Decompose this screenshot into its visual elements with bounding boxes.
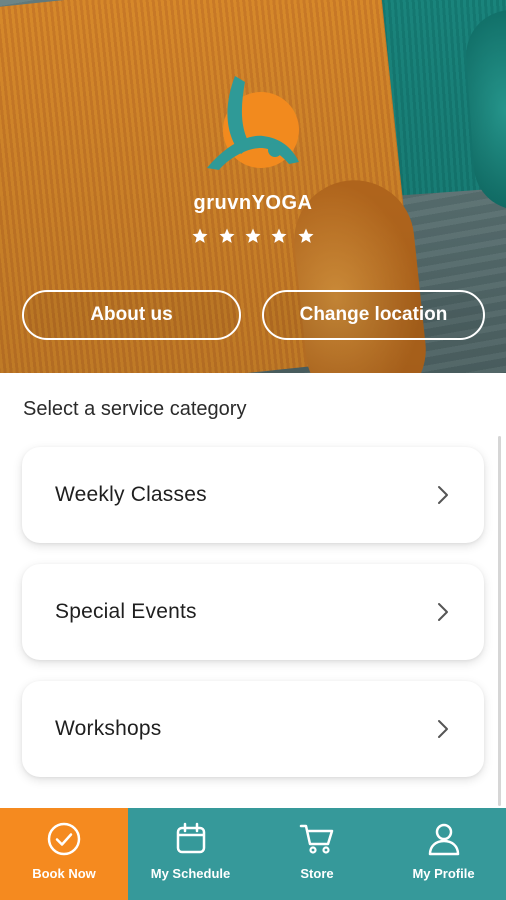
rating-stars	[0, 227, 506, 250]
brand-logo	[207, 76, 299, 170]
about-us-label: About us	[90, 304, 173, 325]
nav-book-now[interactable]: Book Now	[0, 808, 128, 900]
nav-label: My Profile	[412, 866, 475, 881]
about-us-button[interactable]: About us	[22, 290, 241, 340]
category-label: Weekly Classes	[55, 483, 207, 506]
star-icon	[219, 228, 235, 243]
nav-label: My Schedule	[150, 866, 231, 881]
nav-label: Store	[300, 866, 334, 881]
brand-name: gruvnYOGA	[193, 192, 313, 214]
hero-banner: gruvnYOGA About us Change location	[0, 0, 506, 373]
star-icon	[192, 228, 208, 243]
nav-label: Book Now	[32, 866, 96, 881]
star-icon	[298, 228, 314, 243]
scrollbar[interactable]	[498, 436, 501, 806]
cart-icon	[299, 824, 334, 854]
star-icon	[271, 228, 287, 243]
calendar-icon	[176, 822, 205, 854]
category-card-weekly-classes[interactable]: Weekly Classes	[22, 447, 484, 543]
nav-store[interactable]: Store	[253, 808, 381, 900]
category-label: Workshops	[55, 717, 162, 740]
check-circle-icon	[47, 822, 81, 856]
change-location-label: Change location	[299, 304, 448, 325]
nav-my-schedule[interactable]: My Schedule	[128, 808, 253, 900]
category-card-special-events[interactable]: Special Events	[22, 564, 484, 660]
category-label: Special Events	[55, 600, 197, 623]
nav-my-profile[interactable]: My Profile	[381, 808, 506, 900]
section-title: Select a service category	[23, 398, 247, 420]
chevron-right-icon	[438, 720, 448, 738]
chevron-right-icon	[438, 486, 448, 504]
change-location-button[interactable]: Change location	[262, 290, 485, 340]
star-icon	[245, 228, 261, 243]
category-card-workshops[interactable]: Workshops	[22, 681, 484, 777]
person-icon	[428, 823, 459, 856]
chevron-right-icon	[438, 603, 448, 621]
bottom-navigation: Book Now My Schedule Store My Profile	[0, 808, 506, 900]
